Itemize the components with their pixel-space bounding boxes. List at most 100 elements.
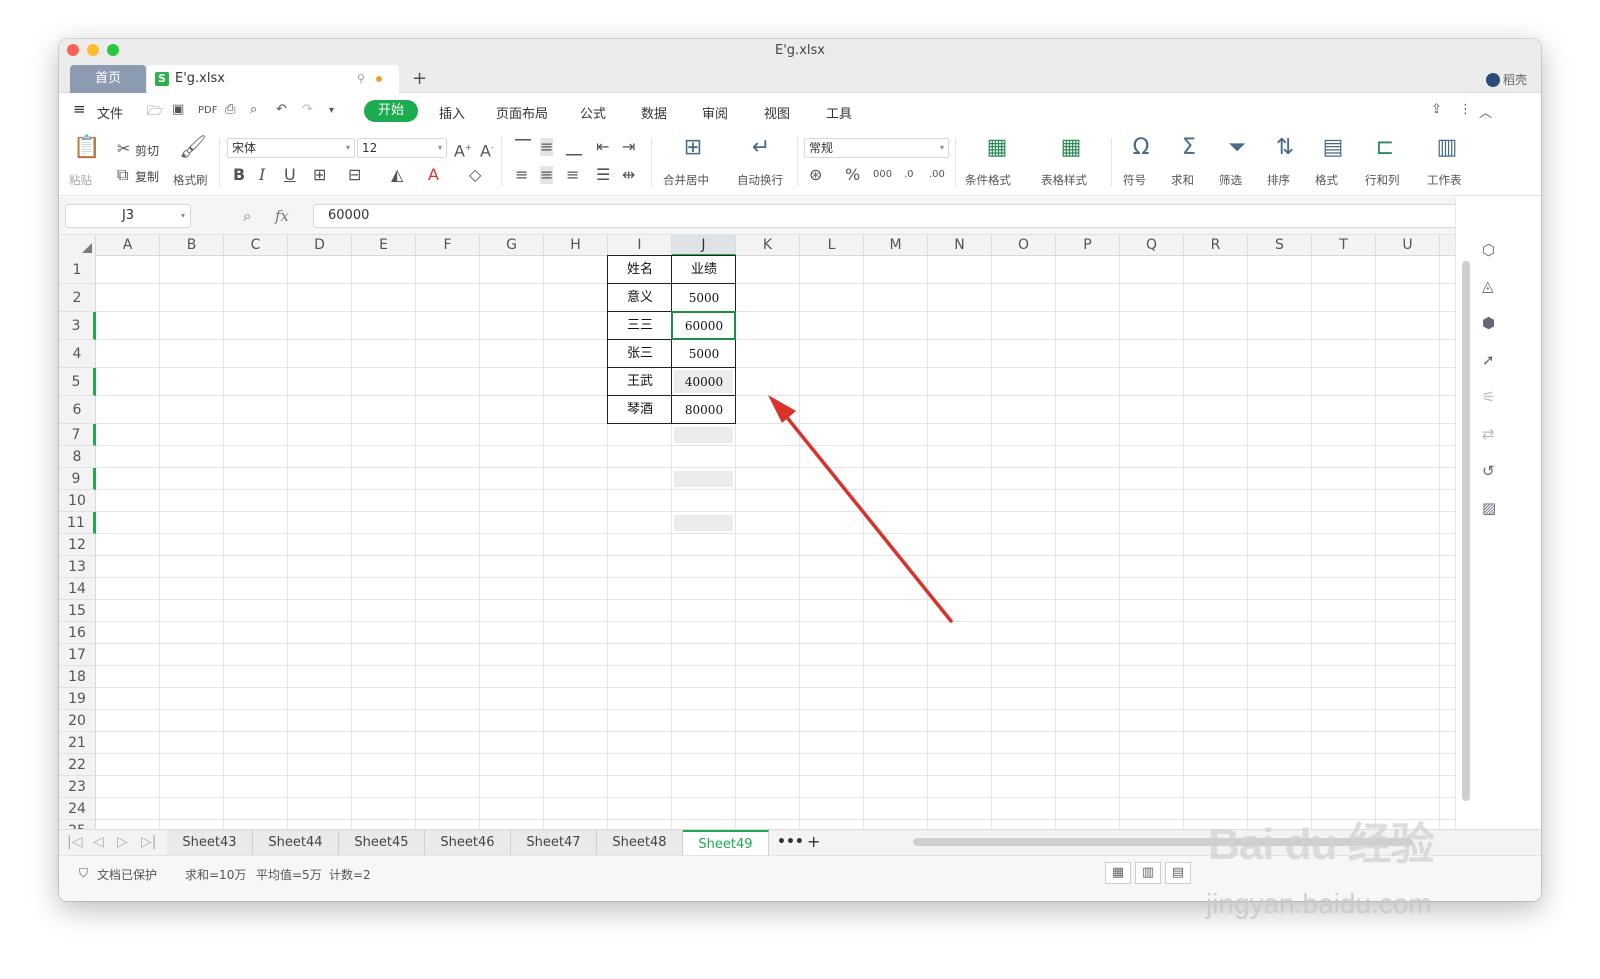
history-icon[interactable]: ↺ [1482, 462, 1495, 480]
row-header-7[interactable]: 7 [59, 424, 96, 446]
insert-function-button[interactable]: fx [275, 207, 289, 225]
worksheet-button[interactable]: 工作表 [1427, 172, 1462, 188]
column-header-O[interactable]: O [992, 235, 1056, 256]
decrease-font-icon[interactable]: A- [480, 139, 494, 160]
sheet-tab-sheet47[interactable]: Sheet47 [511, 830, 597, 855]
add-sheet-button[interactable]: + [807, 832, 820, 851]
table-cell[interactable]: 5000 [672, 284, 736, 312]
quick-access-more-icon[interactable]: ▾ [329, 105, 334, 116]
cut-icon[interactable]: ✂ [117, 140, 130, 158]
align-right-icon[interactable]: ≡ [566, 166, 579, 184]
spreadsheet-grid[interactable]: ABCDEFGHIJKLMNOPQRSTUV 12345678910111213… [59, 235, 1455, 829]
percent-icon[interactable]: % [845, 166, 860, 184]
more-options-icon[interactable]: ⋮ [1459, 102, 1472, 117]
filter-icon[interactable]: ⏷ [1223, 136, 1251, 160]
table-header-cell[interactable]: 业绩 [672, 256, 736, 284]
justify-icon[interactable]: ☰ [596, 166, 610, 184]
user-account[interactable]: 稻壳 [1485, 71, 1527, 88]
sheet-tab-sheet45[interactable]: Sheet45 [339, 830, 425, 855]
row-header-19[interactable]: 19 [59, 688, 96, 710]
more-sheets-icon[interactable]: ••• [777, 834, 804, 850]
rows-columns-button[interactable]: 行和列 [1365, 172, 1400, 188]
style-icon[interactable]: ◬ [1482, 277, 1494, 295]
paste-button[interactable]: 粘贴 [69, 172, 92, 188]
open-folder-icon[interactable]: 🗁 [147, 102, 163, 124]
column-header-J[interactable]: J [672, 235, 736, 256]
sheet-tab-sheet48[interactable]: Sheet48 [597, 830, 683, 855]
paste-icon[interactable]: 📋 [73, 136, 100, 160]
settings-sliders-icon[interactable]: ⚟ [1482, 388, 1495, 406]
column-header-C[interactable]: C [224, 235, 288, 256]
column-header-N[interactable]: N [928, 235, 992, 256]
table-cell[interactable]: 40000 [672, 368, 736, 396]
table-cell[interactable]: 张三 [608, 340, 672, 368]
copy-icon[interactable]: ⧉ [117, 166, 128, 184]
tab-home[interactable]: 首页 [70, 65, 146, 93]
wrap-text-button[interactable]: 自动换行 [737, 172, 783, 188]
font-size-select[interactable]: 12 ▾ [357, 138, 447, 158]
table-style-button[interactable]: 表格样式 [1041, 172, 1087, 188]
sheet-tab-sheet43[interactable]: Sheet43 [167, 830, 253, 855]
menu-data[interactable]: 数据 [641, 103, 667, 122]
table-cell[interactable]: 5000 [672, 340, 736, 368]
menu-formulas[interactable]: 公式 [580, 103, 606, 122]
menu-page-layout[interactable]: 页面布局 [496, 103, 548, 122]
table-cell[interactable]: 三三 [608, 312, 672, 340]
table-style-icon[interactable]: ▦ [1057, 136, 1085, 160]
bold-icon[interactable]: B [233, 166, 245, 184]
column-header-M[interactable]: M [864, 235, 928, 256]
row-header-11[interactable]: 11 [59, 512, 96, 534]
transfer-icon[interactable]: ⇄ [1482, 425, 1495, 443]
menu-insert[interactable]: 插入 [439, 103, 465, 122]
align-bottom-icon[interactable]: ⎽ [566, 138, 582, 156]
vertical-scrollbar[interactable] [1462, 261, 1470, 801]
row-header-5[interactable]: 5 [59, 368, 96, 396]
first-sheet-icon[interactable]: |◁ [67, 834, 82, 850]
column-header-A[interactable]: A [96, 235, 160, 256]
prev-sheet-icon[interactable]: ◁ [93, 834, 104, 850]
column-header-V[interactable]: V [1440, 235, 1455, 256]
row-header-6[interactable]: 6 [59, 396, 96, 424]
distribute-icon[interactable]: ⇹ [622, 166, 635, 184]
hamburger-icon[interactable]: ≡ [73, 100, 86, 118]
column-header-D[interactable]: D [288, 235, 352, 256]
wrap-text-icon[interactable]: ↵ [747, 136, 775, 160]
collapse-ribbon-icon[interactable]: ︿ [1479, 102, 1492, 121]
undo-icon[interactable]: ↶ [276, 102, 287, 117]
column-header-K[interactable]: K [736, 235, 800, 256]
normal-view-icon[interactable]: ▦ [1105, 862, 1131, 884]
row-header-13[interactable]: 13 [59, 556, 96, 578]
column-header-G[interactable]: G [480, 235, 544, 256]
align-left-icon[interactable]: ≡ [515, 166, 528, 184]
align-top-icon[interactable]: ⎺ [515, 138, 531, 156]
row-header-17[interactable]: 17 [59, 644, 96, 666]
increase-decimal-icon[interactable]: .0 [904, 166, 914, 184]
formula-input[interactable]: 60000 [313, 204, 1465, 228]
row-header-23[interactable]: 23 [59, 776, 96, 798]
row-header-16[interactable]: 16 [59, 622, 96, 644]
active-cell-outline[interactable] [671, 311, 736, 340]
sort-icon[interactable]: ⇅ [1271, 136, 1299, 160]
selected-hidden-cell[interactable] [674, 515, 733, 531]
selected-hidden-cell[interactable] [674, 427, 733, 443]
fill-color-icon[interactable]: ◭ [391, 166, 403, 184]
format-cells-icon[interactable]: ▤ [1319, 136, 1347, 160]
filter-button[interactable]: 筛选 [1219, 172, 1242, 188]
menu-review[interactable]: 审阅 [702, 103, 728, 122]
table-cell[interactable]: 王武 [608, 368, 672, 396]
menu-view[interactable]: 视图 [764, 103, 790, 122]
print-icon[interactable]: ⎙ [225, 102, 235, 117]
print-preview-icon[interactable]: ⌕ [250, 102, 257, 117]
align-center-icon[interactable]: ≡ [540, 166, 554, 184]
decrease-decimal-icon[interactable]: .00 [929, 166, 945, 184]
row-header-10[interactable]: 10 [59, 490, 96, 512]
column-header-R[interactable]: R [1184, 235, 1248, 256]
row-header-4[interactable]: 4 [59, 340, 96, 368]
protect-icon[interactable]: ⬢ [1482, 314, 1495, 332]
row-header-22[interactable]: 22 [59, 754, 96, 776]
font-name-select[interactable]: 宋体 ▾ [227, 138, 355, 158]
column-header-H[interactable]: H [544, 235, 608, 256]
table-cell[interactable]: 意义 [608, 284, 672, 312]
row-header-3[interactable]: 3 [59, 312, 96, 340]
column-header-F[interactable]: F [416, 235, 480, 256]
